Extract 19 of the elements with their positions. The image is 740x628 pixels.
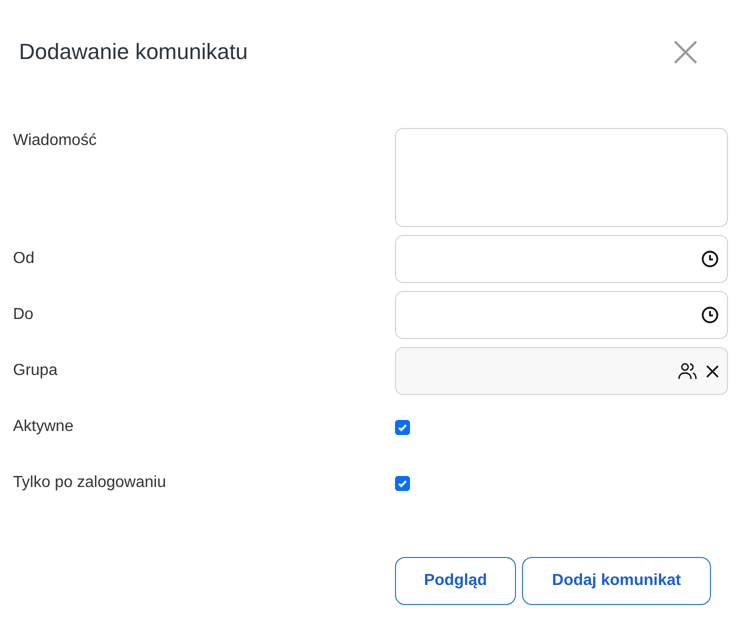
- preview-button[interactable]: Podgląd: [395, 557, 516, 605]
- clear-icon[interactable]: [706, 364, 719, 378]
- time-field[interactable]: [395, 291, 728, 339]
- checkbox-label: Tylko po zalogowaniu: [13, 474, 167, 492]
- field-label: Od: [13, 250, 36, 268]
- clock-icon[interactable]: [701, 306, 719, 324]
- message-field[interactable]: [395, 128, 728, 227]
- time-field[interactable]: [395, 235, 728, 283]
- add-button[interactable]: Dodaj komunikat: [522, 557, 711, 605]
- dialog-title: Dodawanie komunikatu: [19, 39, 248, 65]
- checkbox[interactable]: [395, 420, 410, 434]
- field-label: Wiadomość: [13, 132, 98, 150]
- field-label: Grupa: [13, 362, 58, 380]
- field-label: Do: [13, 306, 34, 324]
- users-icon[interactable]: [678, 362, 698, 380]
- checkbox-label: Aktywne: [13, 418, 74, 436]
- group-field[interactable]: [395, 347, 728, 395]
- checkbox[interactable]: [395, 476, 410, 490]
- clock-icon[interactable]: [701, 250, 719, 268]
